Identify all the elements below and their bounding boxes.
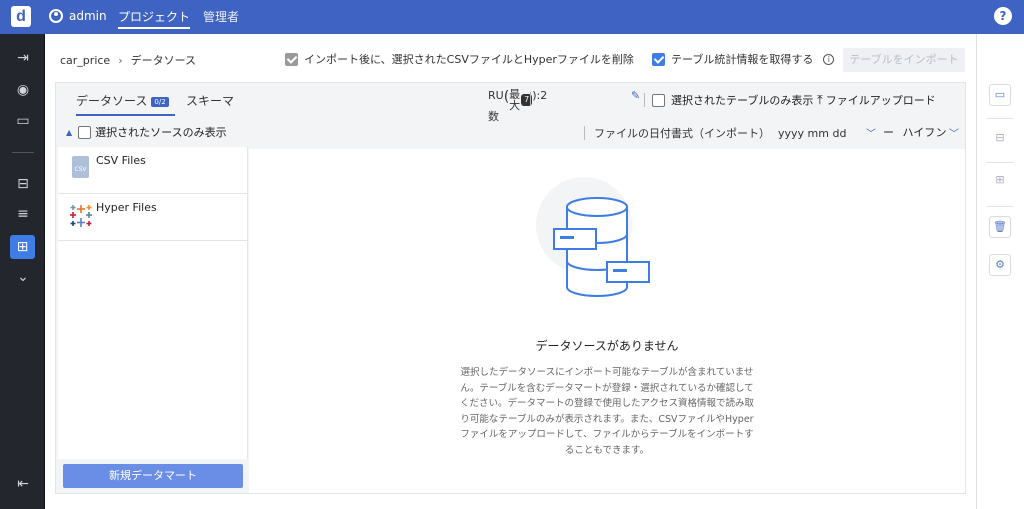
delete-after-import-checkbox[interactable] [285,52,298,66]
collapse-icon[interactable]: ⇥ [13,48,33,68]
breadcrumb-project[interactable]: car_price [60,54,110,67]
chevron-down-icon[interactable]: ﹀ [866,125,876,140]
folder-icon[interactable]: ▭ [989,84,1011,106]
database-icon[interactable]: ≡ [13,204,33,224]
top-bar: d admin プロジェクト 管理者 ? [0,0,1024,34]
pencil-icon[interactable]: ✎ [631,89,640,102]
divider [987,162,1013,163]
source-filter-checkbox[interactable] [78,125,92,139]
max-label: 最大 [509,88,521,112]
paren: ( [503,89,510,105]
count-label: 数 [488,110,499,123]
delete-after-import-label: インポート後に、選択されたCSVファイルとHyperファイルを削除 [304,53,634,66]
only-selected-option[interactable]: 選択されたテーブルのみ表示 [652,92,813,108]
get-stats-label: テーブル統計情報を取得する [671,53,814,66]
dash-icon: ー [883,126,894,139]
date-format: ファイルの日付書式（インポート） yyyy mm dd [594,125,846,141]
settings-icon[interactable]: ⚙ [989,254,1011,276]
right-sidebar: ▭ ⊟ ⊞ 🗑 ⚙ [976,34,1024,509]
app-logo[interactable]: d [11,6,31,27]
info-icon[interactable]: i [823,53,835,65]
tab-schema[interactable]: スキーマ [186,92,234,109]
max-value: ):2 [532,89,548,102]
breadcrumb-current: データソース [130,54,197,67]
tab-datasource[interactable]: データソース 0/2 [76,92,175,116]
new-datamart-button[interactable]: 新規データマート [63,464,243,488]
help-icon[interactable]: ? [994,7,1012,25]
play-circle-icon[interactable]: ◉ [13,80,33,100]
source-name: Hyper Files [96,201,157,214]
separator-value: ハイフン [902,126,947,139]
inbox-icon[interactable]: ⊟ [13,174,33,194]
table-content: データソースがありません 選択したデータソースにインポート可能なテーブルが含まれ… [249,149,965,493]
chevron-down-icon[interactable]: ⌄ [13,267,33,287]
sidebar-divider [12,152,34,153]
datamart-icon[interactable]: ⊞ [989,170,1011,192]
chevron-right-icon: › [118,54,123,67]
get-stats-option[interactable]: テーブル統計情報を取得する i [652,51,835,67]
divider [987,118,1013,119]
user-menu[interactable]: admin [49,9,107,23]
chevron-down-icon[interactable]: ﹀ [949,125,959,140]
trash-icon[interactable]: 🗑 [989,216,1011,238]
selection-count-badge: 0/2 [151,96,169,107]
source-list: CSV CSV Files Hyper Files [58,147,248,459]
tableau-icon [68,203,94,229]
user-name: admin [69,9,107,23]
logout-icon[interactable]: ⇤ [13,474,33,494]
left-sidebar: ⇥ ◉ ▭ ⊟ ≡ ⊞ ⌄ ⇤ [0,34,45,509]
divider [644,93,645,107]
list-item[interactable]: CSV CSV Files [58,147,247,194]
date-format-label: ファイルの日付書式（インポート） [594,127,770,140]
delete-after-import-option[interactable]: インポート後に、選択されたCSVファイルとHyperファイルを削除 [285,51,634,67]
main-area: car_price › データソース インポート後に、選択されたCSVファイルとHy… [45,34,976,509]
empty-database-illustration [534,177,664,307]
empty-title: データソースがありません [535,339,679,353]
file-upload-button[interactable]: ⤒ ファイルアップロード [817,92,936,108]
divider [530,92,531,106]
file-upload-label: ファイルアップロード [825,94,936,107]
only-selected-checkbox[interactable] [652,93,665,107]
inbox-icon[interactable]: ⊟ [989,128,1011,150]
get-stats-checkbox[interactable] [652,52,665,66]
user-icon [49,9,63,23]
source-name: CSV Files [96,154,146,167]
source-filter-label: 選択されたソースのみ表示 [95,126,227,139]
import-panel: データソース 0/2 スキーマ ▲ 選択されたソースのみ表示 CSV CSV Fi… [55,82,966,494]
date-format-select[interactable]: yyyy mm dd [778,127,846,140]
import-table-button[interactable]: テーブルをインポート [843,48,965,72]
datamart-icon[interactable]: ⊞ [10,235,35,259]
row-count-limit: RU(最大 7):2 数 [488,89,548,123]
breadcrumb: car_price › データソース [60,52,196,68]
divider [584,126,585,140]
nav-project[interactable]: プロジェクト [118,8,191,29]
separator-select[interactable]: ー ハイフン [883,124,947,140]
csv-icon: CSV [72,156,89,178]
panel-tabs: データソース 0/2 スキーマ [56,83,248,117]
list-item[interactable]: Hyper Files [58,194,247,241]
nav-admin[interactable]: 管理者 [203,8,239,25]
upload-icon: ⤒ [817,92,823,108]
source-filter[interactable]: ▲ 選択されたソースのみ表示 [58,117,248,147]
folder-icon[interactable]: ▭ [13,111,33,131]
ru-label: RU [488,89,504,102]
empty-description: 選択したデータソースにインポート可能なテーブルが含まれていません。テーブルを含む… [459,367,755,456]
only-selected-label: 選択されたテーブルのみ表示 [671,94,814,107]
divider [987,206,1013,207]
tab-datasource-label: データソース [76,94,148,108]
sort-up-icon[interactable]: ▲ [66,128,72,137]
